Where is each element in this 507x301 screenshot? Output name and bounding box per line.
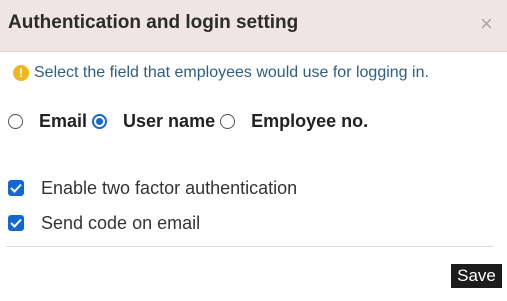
two-factor-checkbox[interactable]	[8, 180, 24, 196]
two-factor-option: Enable two factor authentication	[8, 176, 297, 200]
info-message: ! Select the field that employees would …	[13, 62, 429, 84]
footer-divider	[6, 246, 493, 247]
radio-employee-no-label[interactable]: Employee no.	[251, 111, 368, 132]
close-icon[interactable]: ×	[480, 13, 493, 35]
radio-employee-no[interactable]	[220, 113, 236, 129]
two-factor-label[interactable]: Enable two factor authentication	[41, 178, 297, 199]
radio-email-label[interactable]: Email	[39, 111, 87, 132]
warning-circle-icon: !	[13, 65, 29, 81]
save-button[interactable]: Save	[451, 264, 502, 288]
dialog-header: Authentication and login setting ×	[0, 0, 507, 52]
info-text: Select the field that employees would us…	[34, 64, 429, 81]
login-field-radio-group: Email User name Employee no.	[8, 109, 373, 133]
radio-user-name[interactable]	[92, 113, 108, 129]
radio-user-name-label[interactable]: User name	[123, 111, 215, 132]
send-code-email-label[interactable]: Send code on email	[41, 213, 200, 234]
send-code-email-option: Send code on email	[8, 211, 200, 235]
send-code-email-checkbox[interactable]	[8, 215, 24, 231]
dialog-title: Authentication and login setting	[8, 12, 299, 33]
radio-email[interactable]	[8, 113, 23, 129]
